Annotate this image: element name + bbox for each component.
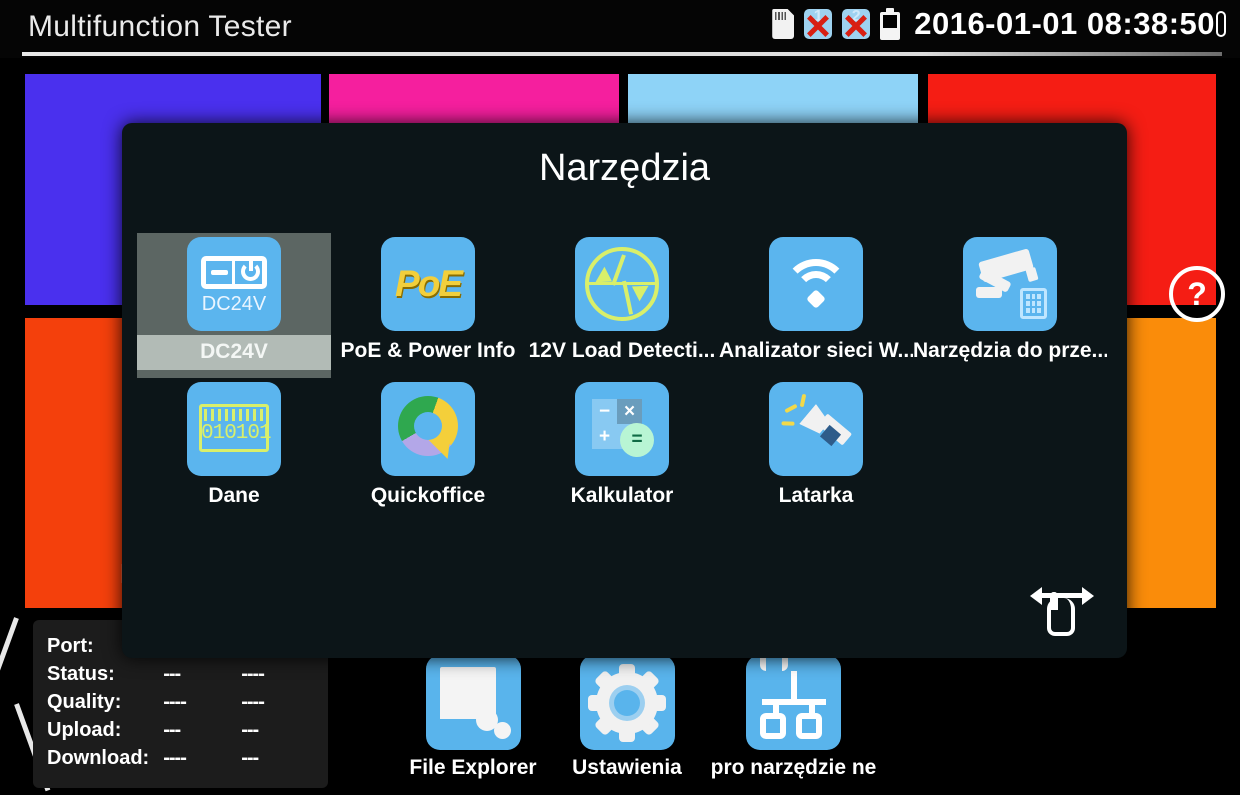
swipe-horizontal-hand-icon: [1030, 584, 1094, 646]
status-divider: [22, 52, 1222, 56]
row-value-1: ---: [163, 663, 181, 685]
row-value-1: ----: [163, 691, 187, 713]
tool-label: DC24V: [137, 335, 331, 371]
folder-gears-icon: [425, 655, 521, 750]
gear-icon: [579, 655, 675, 750]
table-row: Status: --- ----: [47, 664, 319, 692]
table-row: Quality: ---- ----: [47, 692, 319, 720]
clock-text: 2016-01-01 08:38:50: [914, 6, 1215, 41]
tool-quickoffice[interactable]: Quickoffice: [331, 378, 525, 523]
quickoffice-q-icon: [381, 382, 475, 476]
row-value-1: ----: [163, 747, 187, 769]
tool-label: Quickoffice: [370, 484, 486, 507]
tool-label: PoE & Power Info: [340, 339, 516, 362]
clock: 2016-01-01 08:38:50: [914, 6, 1226, 42]
poe-icon: PoE: [381, 237, 475, 331]
tool-label: 12V Load Detecti...: [528, 339, 716, 362]
dc24v-power-icon: DC24V: [187, 237, 281, 331]
tool-flashlight[interactable]: Latarka: [719, 378, 913, 523]
tool-label: Dane: [208, 484, 260, 507]
tool-data[interactable]: 010101 Dane: [137, 378, 331, 523]
flashlight-icon: [769, 382, 863, 476]
bg-app-label: File Explorer: [409, 756, 537, 779]
status-icons: 1 2 2016-01-01 08:38:50: [772, 6, 1226, 42]
sd-card-icon: [772, 9, 795, 39]
bg-app-label: pro narzędzie ne: [710, 756, 877, 779]
row-value-2: ----: [241, 691, 265, 713]
table-row: Upload: --- ---: [47, 720, 319, 748]
help-button[interactable]: ?: [1169, 266, 1225, 322]
row-key: Upload:: [47, 719, 122, 741]
tool-label: Latarka: [778, 484, 854, 507]
row-value-1: ---: [163, 719, 181, 741]
row-value-2: ---: [241, 747, 259, 769]
tools-dialog: Narzędzia ? DC24V DC24V PoE PoE & Power …: [122, 123, 1225, 658]
row-key: Status:: [47, 663, 115, 685]
bg-app-file-explorer[interactable]: File Explorer: [398, 655, 548, 780]
tool-label: Kalkulator: [570, 484, 674, 507]
tools-grid: DC24V DC24V PoE PoE & Power Info 12V Loa…: [137, 233, 1127, 523]
page-title: Narzędzia: [538, 147, 711, 189]
sim1-disabled-icon: 1: [804, 9, 833, 39]
battery-icon: [880, 8, 901, 40]
tool-calculator[interactable]: − × + = Kalkulator: [525, 378, 719, 523]
icon-inline-text: 010101: [201, 422, 272, 445]
table-row: Download: ---- ---: [47, 748, 319, 776]
question-mark-icon: ?: [1187, 276, 1207, 312]
tool-load-detection-12v[interactable]: 12V Load Detecti...: [525, 233, 719, 378]
tool-camera-tools[interactable]: Narzędzia do prze...: [913, 233, 1107, 378]
tool-label: Narzędzia do prze...: [913, 339, 1107, 362]
network-nodes-icon: [746, 651, 841, 750]
sim2-disabled-icon: 2: [842, 9, 871, 39]
bg-app-network-tool[interactable]: pro narzędzie ne: [706, 651, 881, 780]
tool-wifi-analyzer[interactable]: Analizator sieci W...: [719, 233, 913, 378]
tool-label: Analizator sieci W...: [719, 339, 913, 362]
tool-poe-power-info[interactable]: PoE PoE & Power Info: [331, 233, 525, 378]
row-value-2: ----: [241, 663, 265, 685]
row-key: Download:: [47, 747, 150, 769]
bg-app-settings[interactable]: Ustawienia: [552, 655, 702, 780]
binary-data-icon: 010101: [187, 382, 281, 476]
icon-inline-text: DC24V: [201, 293, 267, 315]
row-key: Quality:: [47, 691, 122, 713]
tool-dc24v[interactable]: DC24V DC24V: [137, 233, 331, 378]
lightning-circle-icon: [575, 237, 669, 331]
calculator-icon: − × + =: [575, 382, 669, 476]
app-title: Multifunction Tester: [28, 10, 292, 43]
status-bar: Multifunction Tester 1 2 2016-01-01 08:3…: [0, 0, 1240, 58]
bg-app-label: Ustawienia: [572, 756, 682, 779]
cctv-camera-icon: [963, 237, 1057, 331]
row-value-2: ---: [241, 719, 259, 741]
device-screen: k a N ja File Explorer: [0, 0, 1240, 795]
icon-inline-text: PoE: [395, 263, 463, 304]
clock-cursor: [1216, 11, 1226, 37]
wifi-icon: [769, 237, 863, 331]
